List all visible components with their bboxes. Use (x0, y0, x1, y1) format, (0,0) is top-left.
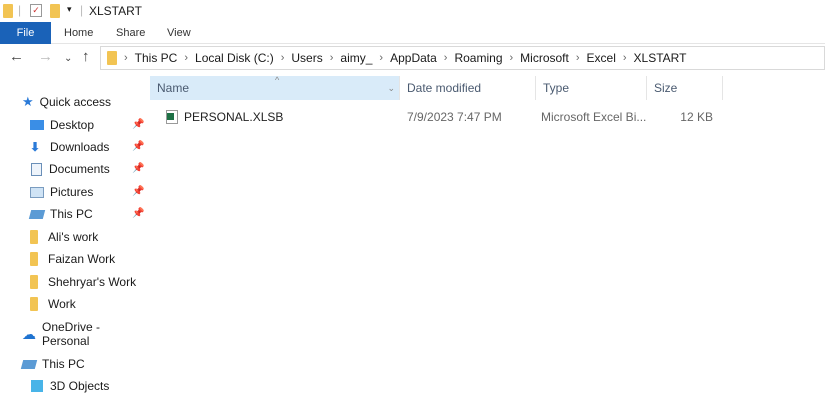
up-button[interactable]: ↑ (82, 48, 90, 65)
breadcrumb[interactable]: Local Disk (C:) (195, 51, 274, 65)
breadcrumb[interactable]: Users (291, 51, 322, 65)
sidebar-item-work[interactable]: Work (30, 294, 76, 314)
tab-share[interactable]: Share (116, 22, 145, 44)
customize-toolbar-icon[interactable]: ▾ (67, 4, 72, 15)
cube-icon (31, 380, 43, 392)
computer-icon (20, 359, 38, 369)
tab-home[interactable]: Home (64, 22, 93, 44)
folder-icon (30, 252, 38, 266)
cloud-icon: ☁ (22, 325, 36, 342)
title-bar: | ✓ ▾ | XLSTART (0, 0, 825, 22)
sidebar-item-quick-access[interactable]: ★ Quick access (22, 92, 111, 112)
forward-button[interactable]: → (38, 48, 53, 65)
back-button[interactable]: ← (9, 48, 24, 65)
window-title: XLSTART (89, 4, 142, 18)
file-size: 12 KB (680, 110, 713, 124)
folder-icon (30, 275, 38, 289)
address-bar[interactable]: › This PC › Local Disk (C:) › Users › aimy_ … (100, 46, 825, 70)
table-row[interactable]: PERSONAL.XLSB 7/9/2023 7:47 PM Microsoft… (150, 107, 825, 127)
download-icon: ⬇ (30, 140, 41, 154)
folder-icon (30, 230, 38, 244)
column-header-type[interactable]: Type (536, 76, 647, 100)
chevron-down-icon[interactable]: ⌄ (387, 76, 395, 100)
computer-icon (28, 209, 46, 219)
column-headers: Name ^ ⌄ Date modified Type Size (150, 75, 825, 100)
column-header-size[interactable]: Size (647, 76, 723, 100)
tab-view[interactable]: View (167, 22, 191, 44)
breadcrumb[interactable]: XLSTART (634, 51, 687, 65)
breadcrumb[interactable]: Roaming (454, 51, 502, 65)
column-header-name[interactable]: Name ^ ⌄ (150, 75, 400, 100)
recent-locations-button[interactable]: ⌄ (64, 53, 72, 64)
pin-icon[interactable]: 📌 (132, 141, 144, 152)
desktop-icon (30, 120, 44, 130)
tab-file[interactable]: File (0, 22, 51, 44)
breadcrumb[interactable]: Microsoft (520, 51, 569, 65)
sidebar-item-faizan-work[interactable]: Faizan Work (30, 249, 115, 269)
sidebar-item-shehryars-work[interactable]: Shehryar's Work (30, 272, 136, 292)
folder-icon (107, 51, 117, 65)
breadcrumb[interactable]: AppData (390, 51, 437, 65)
breadcrumb[interactable]: aimy_ (340, 51, 372, 65)
star-icon: ★ (22, 94, 34, 109)
documents-icon (31, 162, 42, 176)
ribbon-tabs: File Home Share View (0, 22, 825, 44)
folder-icon (30, 297, 38, 311)
file-date: 7/9/2023 7:47 PM (407, 110, 502, 124)
file-name: PERSONAL.XLSB (184, 110, 284, 124)
excel-file-icon (166, 110, 178, 124)
sidebar-item-this-pc[interactable]: This PC (28, 204, 93, 224)
sidebar-item-3d-objects[interactable]: 3D Objects (30, 376, 109, 396)
sidebar-item-alis-work[interactable]: Ali's work (30, 227, 98, 247)
sidebar-item-downloads[interactable]: ⬇ Downloads (30, 137, 109, 157)
properties-icon[interactable]: ✓ (30, 4, 42, 17)
breadcrumb[interactable]: This PC (135, 51, 178, 65)
sidebar-item-pictures[interactable]: Pictures (30, 182, 93, 202)
sort-ascending-icon: ^ (275, 75, 280, 85)
pin-icon[interactable]: 📌 (132, 208, 144, 219)
sidebar-item-onedrive[interactable]: ☁ OneDrive - Personal (22, 320, 148, 348)
sidebar-item-desktop[interactable]: Desktop (30, 115, 94, 135)
sidebar-item-documents[interactable]: Documents (30, 159, 110, 179)
pin-icon[interactable]: 📌 (132, 186, 144, 197)
file-type: Microsoft Excel Bi... (541, 110, 647, 124)
folder-icon (3, 4, 13, 18)
pin-icon[interactable]: 📌 (132, 119, 144, 130)
sidebar-item-this-pc-root[interactable]: This PC (20, 354, 85, 374)
breadcrumb[interactable]: Excel (587, 51, 616, 65)
pictures-icon (30, 186, 44, 198)
pin-icon[interactable]: 📌 (132, 163, 144, 174)
new-folder-icon[interactable] (50, 4, 60, 18)
column-header-date[interactable]: Date modified (400, 76, 536, 100)
